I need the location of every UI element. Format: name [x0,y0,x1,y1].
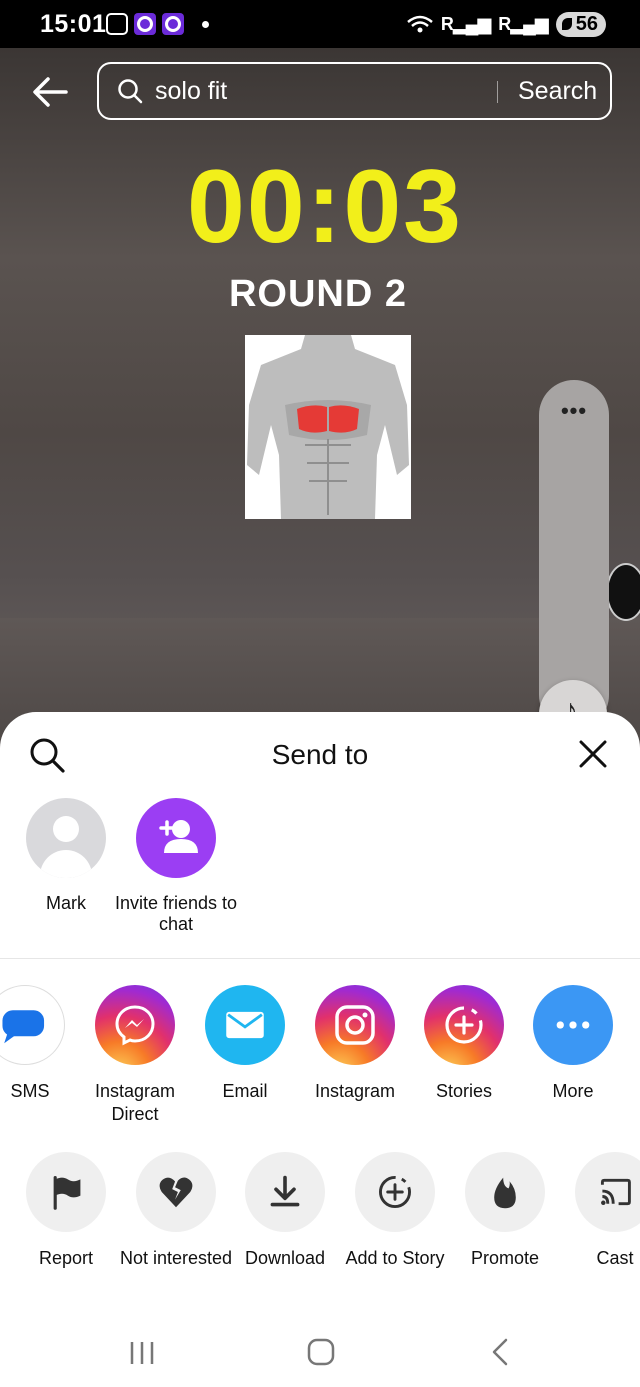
search-divider [497,81,498,103]
cast-button[interactable]: Cast [550,1152,640,1270]
app-notification-icon [162,13,184,35]
screenshot-icon [106,13,128,35]
close-icon[interactable] [578,739,608,769]
signal-strength-icon: R▂▄▆ [440,14,491,34]
sms-icon [0,985,65,1065]
action-label: Cast [596,1248,634,1268]
stories-icon [424,985,504,1065]
status-bar: 15:01 R▂▄▆ R▂▄▆ 56 [0,0,640,48]
broken-heart-icon [136,1152,216,1232]
download-icon [245,1152,325,1232]
battery-indicator: 56 [555,12,606,37]
reel-video[interactable]: solo fit Search 00:03 ROUND 2 ••• ♪ [0,48,640,748]
back-arrow-icon[interactable] [30,74,70,110]
share-actions-row: Report Not interested Download Add to St… [0,1152,640,1302]
status-system-icons: R▂▄▆ R▂▄▆ 56 [407,12,606,37]
contacts-row: Mark Invite friends to chat [0,798,640,938]
wifi-icon [407,15,433,32]
status-notification-icons [106,13,209,35]
home-icon[interactable] [301,1332,341,1372]
instagram-icon [315,985,395,1065]
avatar [26,798,106,878]
app-notification-icon [134,13,156,35]
share-apps-row: SMS Instagram Direct Email Instagram Sto… [0,985,640,1135]
share-app-more[interactable]: More [508,985,638,1103]
search-icon [118,79,143,104]
more-notifications-dot-icon [202,20,209,28]
round-label: ROUND 2 [228,273,408,315]
flame-icon [465,1152,545,1232]
back-icon[interactable] [480,1332,520,1372]
messenger-icon [95,985,175,1065]
email-icon [205,985,285,1065]
reel-actions-rail: ••• [539,380,609,730]
more-icon [533,985,613,1065]
flag-icon [26,1152,106,1232]
system-nav-bar [0,1320,640,1387]
creator-avatar[interactable] [606,563,640,621]
cast-icon [575,1152,640,1232]
recent-apps-icon[interactable] [122,1332,162,1372]
signal-strength-icon: R▂▄▆ [498,14,548,34]
status-time: 15:01 [40,10,107,38]
search-button[interactable]: Search [518,77,597,106]
search-bar[interactable]: solo fit Search [97,62,612,120]
search-query[interactable]: solo fit [155,77,227,106]
share-sheet: Send to Mark Invite friends to chat SMS … [0,712,640,1387]
divider [0,958,640,959]
add-person-icon [136,798,216,878]
sheet-title: Send to [271,739,369,770]
app-label: More [552,1081,594,1101]
add-story-icon [355,1152,435,1232]
chest-muscle-illustration [245,335,411,519]
invite-friends-button[interactable]: Invite friends to chat [106,798,246,935]
more-options-icon[interactable]: ••• [539,398,609,424]
contact-name: Invite friends to chat [114,893,238,934]
workout-timer: 00:03 [187,149,463,265]
